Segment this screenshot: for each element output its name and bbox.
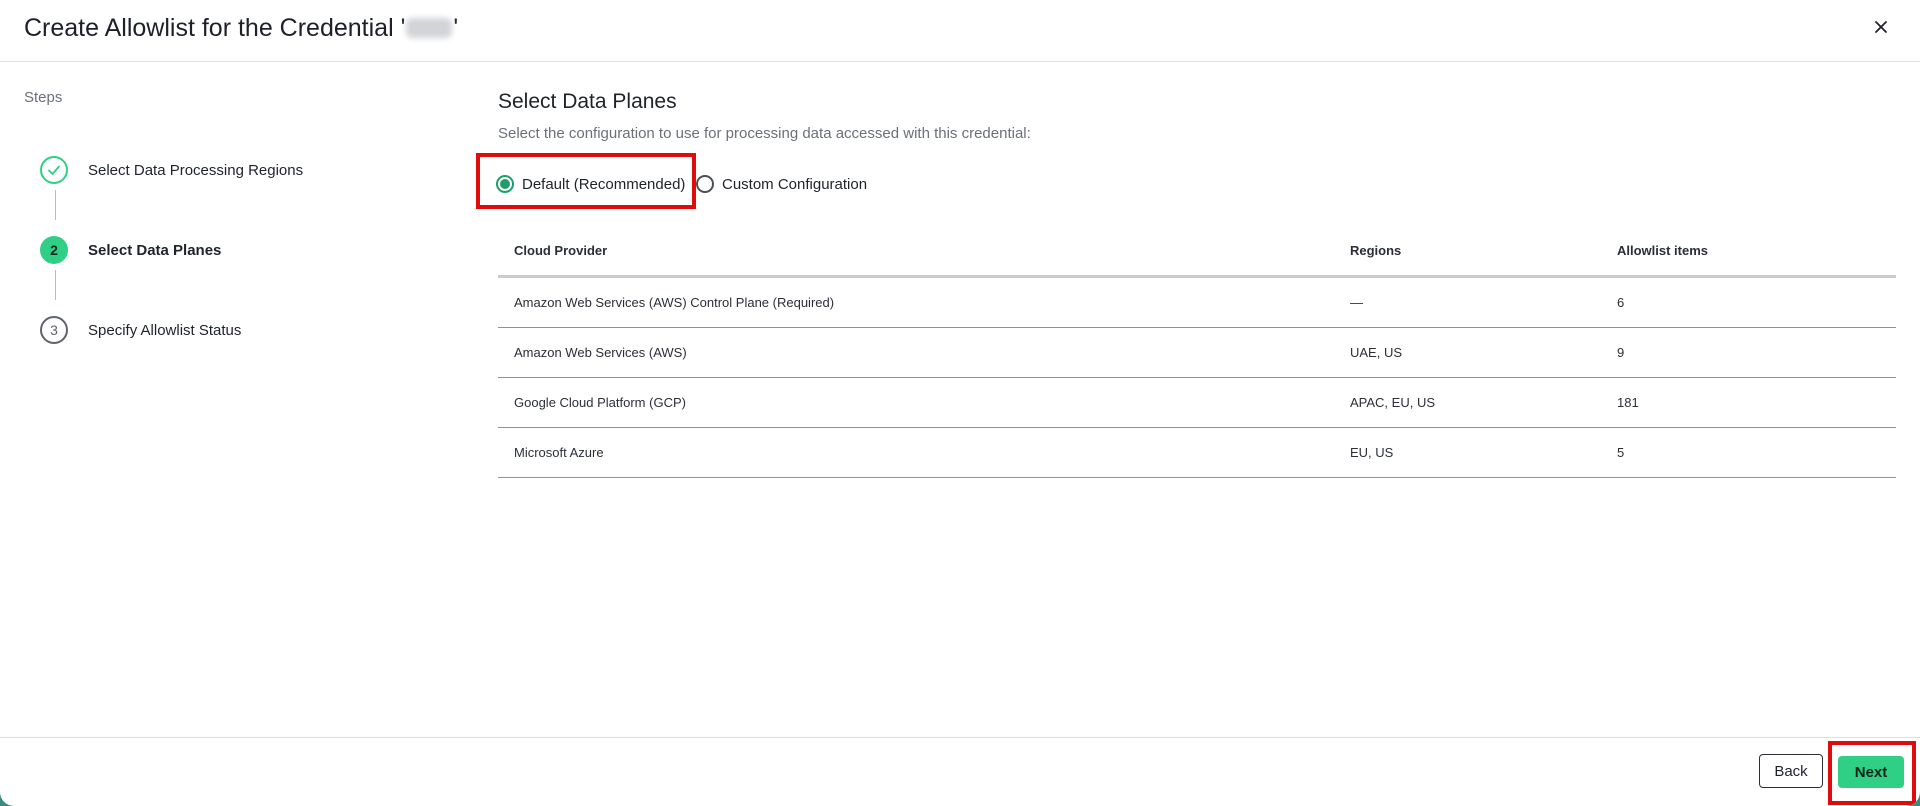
radio-label: Custom Configuration bbox=[722, 175, 868, 193]
cell-regions: APAC, EU, US bbox=[1350, 395, 1436, 410]
dialog-footer: Back Next bbox=[0, 737, 1920, 806]
step-specify-allowlist-status[interactable]: 3 Specify Allowlist Status bbox=[40, 314, 241, 346]
close-icon bbox=[1875, 21, 1887, 33]
redacted-credential-name bbox=[406, 18, 453, 38]
cell-regions: EU, US bbox=[1350, 445, 1394, 460]
cell-cloud-provider: Microsoft Azure bbox=[514, 445, 604, 460]
radio-custom-configuration[interactable]: Custom Configuration bbox=[696, 168, 867, 200]
close-button[interactable] bbox=[1870, 16, 1892, 38]
next-button[interactable]: Next bbox=[1838, 756, 1904, 788]
steps-heading: Steps bbox=[24, 89, 63, 106]
create-allowlist-dialog: Create Allowlist for the Credential ' ' S… bbox=[0, 0, 1920, 806]
cell-cloud-provider: Google Cloud Platform (GCP) bbox=[514, 395, 686, 410]
step-label: Select Data Processing Regions bbox=[88, 161, 304, 179]
step-label: Select Data Planes bbox=[88, 241, 222, 259]
step-complete-indicator bbox=[40, 156, 68, 184]
cell-regions: — bbox=[1350, 295, 1363, 310]
title-suffix: ' bbox=[453, 14, 459, 42]
step-label: Specify Allowlist Status bbox=[88, 321, 242, 339]
column-header-allowlist-items: Allowlist items bbox=[1617, 242, 1709, 258]
table-header: Cloud Provider Regions Allowlist items bbox=[498, 225, 1896, 278]
step-select-data-planes[interactable]: 2 Select Data Planes bbox=[40, 234, 221, 266]
table-row: Microsoft Azure EU, US 5 bbox=[498, 428, 1896, 478]
step-connector bbox=[55, 270, 56, 300]
step-connector bbox=[55, 190, 56, 220]
section-description: Select the configuration to use for proc… bbox=[498, 125, 1031, 142]
radio-selected-indicator bbox=[496, 175, 514, 193]
table-row: Amazon Web Services (AWS) Control Plane … bbox=[498, 278, 1896, 328]
data-planes-table: Cloud Provider Regions Allowlist items A… bbox=[498, 225, 1896, 478]
table-row: Amazon Web Services (AWS) UAE, US 9 bbox=[498, 328, 1896, 378]
column-header-regions: Regions bbox=[1350, 242, 1402, 258]
cell-regions: UAE, US bbox=[1350, 345, 1403, 360]
radio-default-recommended[interactable]: Default (Recommended) bbox=[496, 168, 685, 200]
dialog-title: Create Allowlist for the Credential ' ' bbox=[24, 14, 458, 43]
cell-allowlist-items: 6 bbox=[1617, 295, 1625, 310]
cell-allowlist-items: 181 bbox=[1617, 395, 1639, 410]
cell-allowlist-items: 9 bbox=[1617, 345, 1625, 360]
section-title: Select Data Planes bbox=[498, 90, 677, 113]
radio-dot bbox=[500, 179, 510, 189]
cell-allowlist-items: 5 bbox=[1617, 445, 1625, 460]
radio-label: Default (Recommended) bbox=[522, 175, 686, 193]
dialog-header: Create Allowlist for the Credential ' ' bbox=[0, 0, 1920, 62]
radio-unselected-indicator bbox=[696, 175, 714, 193]
step-number-badge: 3 bbox=[40, 316, 68, 344]
column-header-cloud-provider: Cloud Provider bbox=[514, 242, 608, 258]
title-prefix: Create Allowlist for the Credential ' bbox=[24, 14, 406, 42]
step-select-data-processing-regions[interactable]: Select Data Processing Regions bbox=[40, 154, 303, 186]
cell-cloud-provider: Amazon Web Services (AWS) Control Plane … bbox=[514, 295, 835, 310]
step-number-badge: 2 bbox=[40, 236, 68, 264]
back-button[interactable]: Back bbox=[1759, 754, 1823, 788]
cell-cloud-provider: Amazon Web Services (AWS) bbox=[514, 345, 687, 360]
table-row: Google Cloud Platform (GCP) APAC, EU, US… bbox=[498, 378, 1896, 428]
check-icon bbox=[48, 165, 60, 175]
